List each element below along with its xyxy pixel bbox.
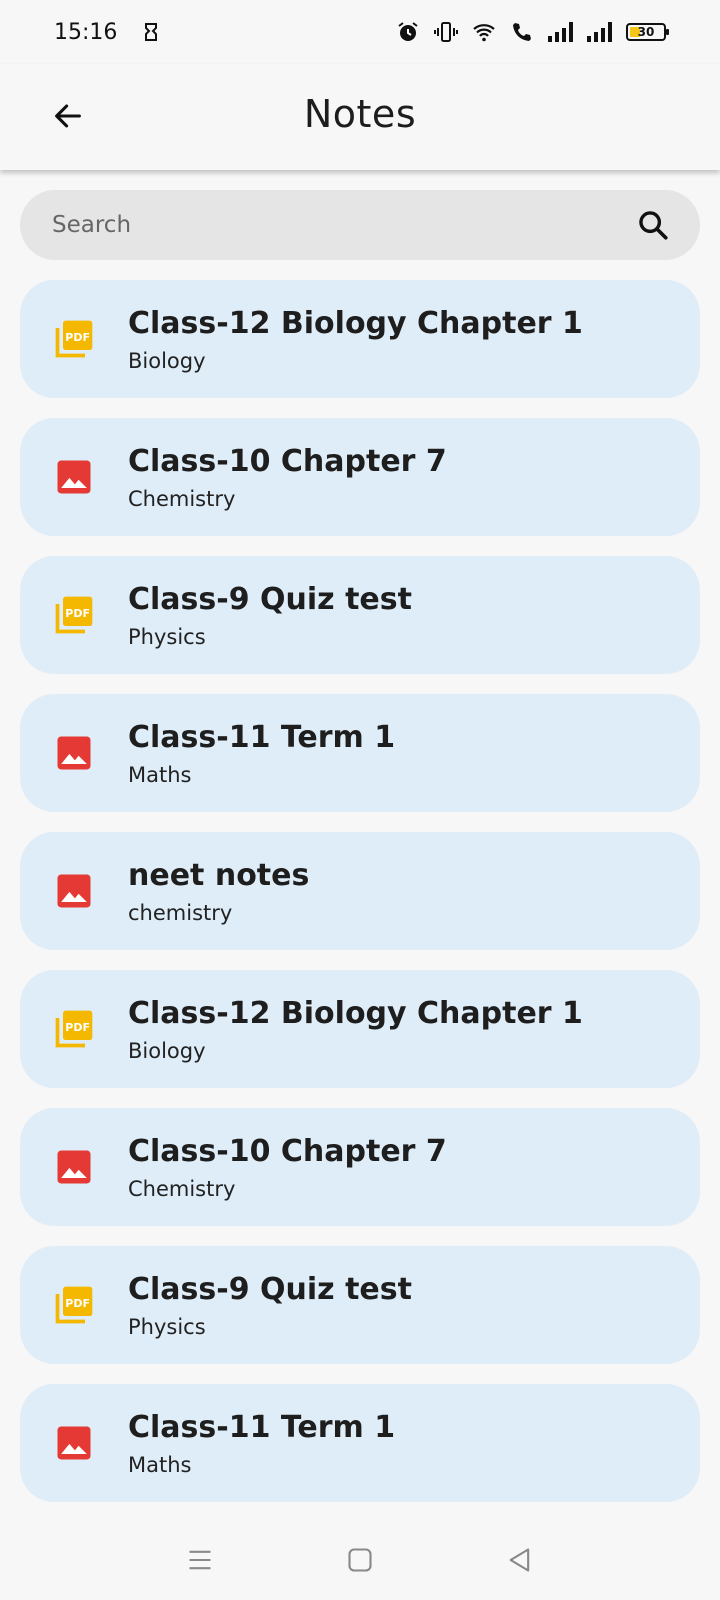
notes-list: PDF Class-12 Biology Chapter 1 Biology C… <box>20 280 700 1522</box>
signal-strength-1-icon <box>548 22 573 42</box>
note-subject: Physics <box>128 625 206 649</box>
search-input[interactable] <box>50 211 636 239</box>
menu-icon <box>189 1550 211 1570</box>
pdf-file-icon: PDF <box>55 1286 93 1324</box>
note-title: Class-10 Chapter 7 <box>128 1134 447 1169</box>
note-subject: chemistry <box>128 901 233 925</box>
note-subject: Chemistry <box>128 1177 236 1201</box>
note-subject: Biology <box>128 349 206 373</box>
home-square-icon <box>348 1548 372 1572</box>
note-title: Class-12 Biology Chapter 1 <box>128 996 583 1031</box>
back-triangle-icon <box>509 1548 530 1572</box>
note-subject: Physics <box>128 1315 206 1339</box>
system-nav-bar <box>0 1520 720 1600</box>
svg-text:PDF: PDF <box>65 607 90 620</box>
note-card[interactable]: Class-10 Chapter 7 Chemistry <box>20 1108 700 1226</box>
note-subject: Maths <box>128 763 192 787</box>
recent-apps-button[interactable] <box>180 1540 220 1580</box>
svg-text:PDF: PDF <box>65 331 90 344</box>
search-icon[interactable] <box>636 208 670 242</box>
note-card[interactable]: PDF Class-12 Biology Chapter 1 Biology <box>20 280 700 398</box>
note-title: neet notes <box>128 858 310 893</box>
wifi-calling-icon <box>513 23 531 41</box>
vibrate-icon <box>434 22 458 42</box>
note-card[interactable]: Class-11 Term 1 Maths <box>20 1384 700 1502</box>
image-file-icon <box>57 736 91 770</box>
note-card[interactable]: Class-11 Term 1 Maths <box>20 694 700 812</box>
note-title: Class-9 Quiz test <box>128 1272 412 1307</box>
note-title: Class-11 Term 1 <box>128 1410 396 1445</box>
note-subject: Maths <box>128 1453 192 1477</box>
signal-strength-2-icon <box>587 22 612 42</box>
page-title: Notes <box>303 92 417 136</box>
note-card[interactable]: Class-10 Chapter 7 Chemistry <box>20 418 700 536</box>
note-card[interactable]: PDF Class-9 Quiz test Physics <box>20 1246 700 1364</box>
pdf-file-icon: PDF <box>55 596 93 634</box>
battery-level: 30 <box>637 25 655 39</box>
wifi-icon <box>473 24 495 42</box>
note-subject: Chemistry <box>128 487 236 511</box>
note-subject: Biology <box>128 1039 206 1063</box>
status-bar: 15:16 30 <box>0 0 720 64</box>
svg-text:PDF: PDF <box>65 1297 90 1310</box>
image-file-icon <box>57 460 91 494</box>
status-left: 15:16 <box>54 20 163 45</box>
battery-icon: 30 <box>626 23 669 41</box>
note-title: Class-10 Chapter 7 <box>128 444 447 479</box>
status-right: 30 <box>396 20 669 44</box>
note-title: Class-11 Term 1 <box>128 720 396 755</box>
svg-text:PDF: PDF <box>65 1021 90 1034</box>
image-file-icon <box>57 1426 91 1460</box>
notification-app-icon <box>145 23 158 41</box>
note-card[interactable]: neet notes chemistry <box>20 832 700 950</box>
note-title: Class-9 Quiz test <box>128 582 412 617</box>
status-time: 15:16 <box>54 19 118 45</box>
pdf-file-icon: PDF <box>55 1010 93 1048</box>
note-title: Class-12 Biology Chapter 1 <box>128 306 583 341</box>
home-button[interactable] <box>340 1540 380 1580</box>
image-file-icon <box>57 874 91 908</box>
system-back-button[interactable] <box>500 1540 540 1580</box>
app-bar: Notes <box>0 64 720 170</box>
note-card[interactable]: PDF Class-12 Biology Chapter 1 Biology <box>20 970 700 1088</box>
note-card[interactable]: PDF Class-9 Quiz test Physics <box>20 556 700 674</box>
search-bar <box>20 190 700 260</box>
image-file-icon <box>57 1150 91 1184</box>
alarm-icon <box>398 22 418 41</box>
pdf-file-icon: PDF <box>55 320 93 358</box>
